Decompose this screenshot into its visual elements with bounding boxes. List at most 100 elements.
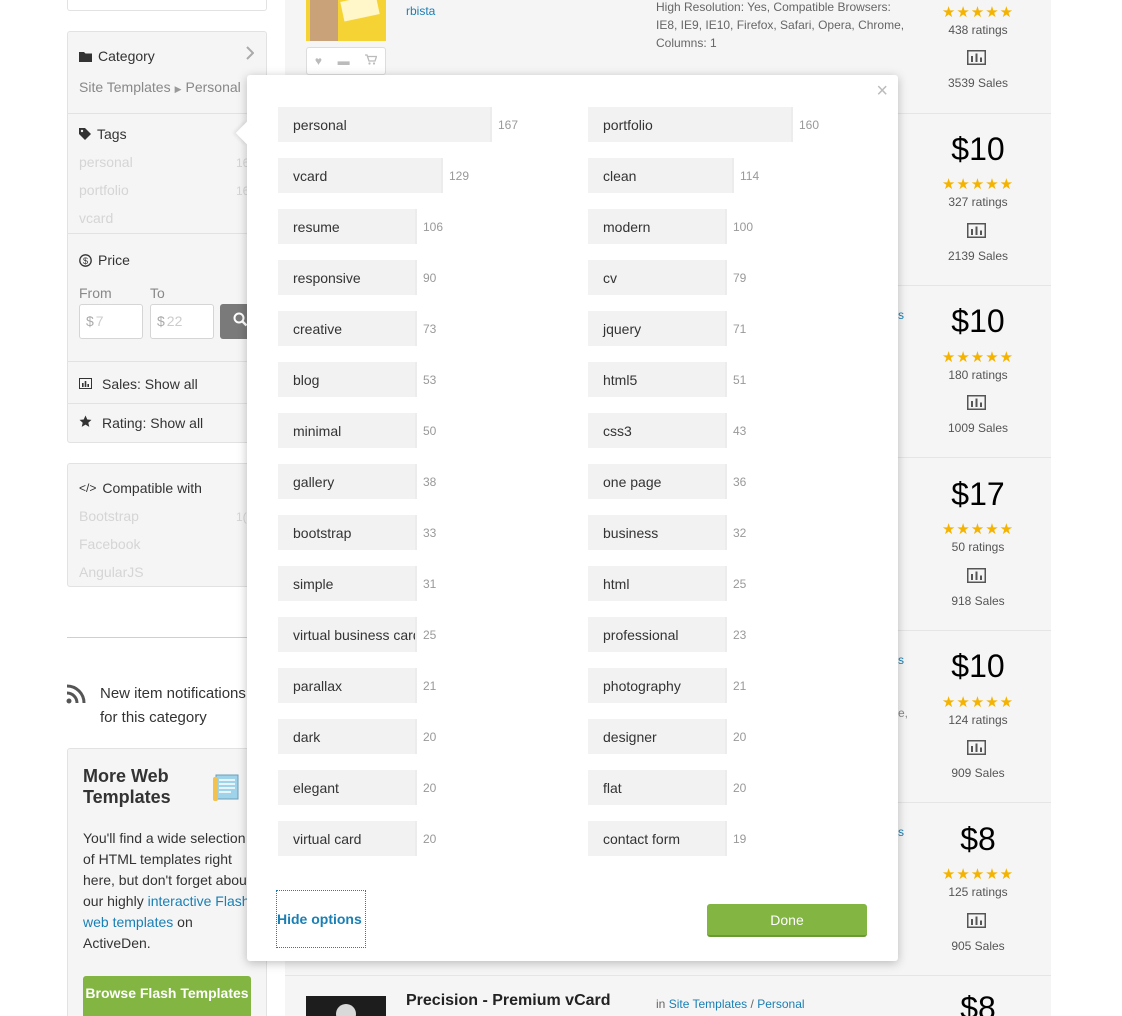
tag-option[interactable]: simple 31 [278, 566, 436, 601]
star-rating: ★★★★★ [941, 4, 1015, 21]
tags-header: Tags [79, 126, 127, 142]
row-divider [285, 975, 1051, 976]
tag-option[interactable]: elegant 20 [278, 770, 436, 805]
tag-option[interactable]: personal 167 [278, 107, 518, 142]
ratings-count: 124 ratings [948, 713, 1008, 727]
sales-count: 2139 Sales [947, 249, 1009, 263]
tag-option[interactable]: photography 21 [588, 668, 746, 703]
tag-option-count: 31 [423, 576, 437, 591]
compatible-item[interactable]: Bootstrap [79, 508, 139, 524]
item-title[interactable]: Precision - Premium vCard [406, 992, 611, 1010]
tag-option-label: minimal [278, 413, 417, 448]
star-rating: ★★★★★ [941, 349, 1015, 366]
tag-option-label: resume [278, 209, 417, 244]
tag-filter-item[interactable]: personal [79, 154, 133, 170]
tag-option[interactable]: jquery 71 [588, 311, 746, 346]
tag-option[interactable]: clean 114 [588, 158, 759, 193]
breadcrumb-item[interactable]: Site Templates [79, 79, 171, 95]
star-icon [79, 415, 92, 431]
compatible-panel: </> Compatible with Bootstrap 1( Faceboo… [67, 463, 267, 587]
tag-option[interactable]: cv 79 [588, 260, 746, 295]
tag-option[interactable]: html 25 [588, 566, 746, 601]
tag-option[interactable]: resume 106 [278, 209, 443, 244]
caret-right-icon: ▶ [174, 84, 182, 94]
divider [68, 233, 266, 234]
subcategory-link[interactable]: Personal [757, 997, 804, 1011]
tag-option[interactable]: contact form 19 [588, 821, 746, 856]
sales-chart-icon [967, 740, 986, 760]
search-icon [233, 312, 248, 332]
breadcrumb-item[interactable]: Personal [186, 79, 241, 95]
sales-count: 1009 Sales [947, 421, 1009, 435]
category-header[interactable]: Category [79, 48, 155, 64]
tag-option-label: parallax [278, 668, 417, 703]
price-to-input[interactable]: $22 [150, 304, 214, 339]
tag-option-count: 50 [423, 423, 437, 438]
tag-option[interactable]: virtual card 20 [278, 821, 436, 856]
tag-filter-item[interactable]: portfolio [79, 182, 129, 198]
tag-option[interactable]: html5 51 [588, 362, 746, 397]
tag-option[interactable]: css3 43 [588, 413, 746, 448]
compatible-item[interactable]: AngularJS [79, 564, 144, 580]
compatible-header[interactable]: </> Compatible with [79, 480, 202, 496]
close-icon[interactable]: × [876, 81, 888, 101]
notification-text: New item notifications for this category [100, 685, 246, 726]
more-web-templates-box: More Web Templates You'll find a wide se… [67, 748, 267, 1016]
tag-option-label: photography [588, 668, 727, 703]
rss-icon [66, 682, 86, 730]
item-thumbnail[interactable] [306, 0, 386, 41]
compatible-item[interactable]: Facebook [79, 536, 140, 552]
price-title: Price [98, 252, 130, 268]
svg-text:$: $ [83, 256, 88, 266]
tag-option[interactable]: parallax 21 [278, 668, 436, 703]
tag-option[interactable]: blog 53 [278, 362, 436, 397]
category-link[interactable]: Site Templates [669, 997, 748, 1011]
item-price: $10 [951, 648, 1005, 684]
item-thumbnail[interactable] [306, 996, 386, 1016]
done-button[interactable]: Done [707, 904, 867, 937]
tag-option-label: css3 [588, 413, 727, 448]
currency-symbol: $ [157, 313, 165, 329]
price-to-label: To [150, 285, 165, 301]
tag-option-label: cv [588, 260, 727, 295]
more-title: More Web Templates [83, 766, 171, 807]
tag-option[interactable]: creative 73 [278, 311, 436, 346]
cart-icon[interactable] [365, 54, 378, 68]
tag-option-label: blog [278, 362, 417, 397]
tag-option[interactable]: designer 20 [588, 719, 746, 754]
tag-option[interactable]: business 32 [588, 515, 746, 550]
item-category: in Site Templates / Personal [656, 997, 805, 1011]
item-price: $17 [951, 476, 1005, 512]
tag-option[interactable]: gallery 38 [278, 464, 436, 499]
tag-option[interactable]: bootstrap 33 [278, 515, 436, 550]
tag-option[interactable]: modern 100 [588, 209, 753, 244]
tag-option[interactable]: flat 20 [588, 770, 746, 805]
tag-option-count: 73 [423, 321, 437, 336]
tag-option[interactable]: responsive 90 [278, 260, 436, 295]
heart-icon[interactable]: ♥ [315, 54, 322, 68]
hide-options-link[interactable]: Hide options [276, 890, 366, 948]
browse-flash-button[interactable]: Browse Flash Templates [83, 976, 251, 1016]
star-rating: ★★★★★ [941, 176, 1015, 193]
chevron-right-icon[interactable] [246, 44, 255, 65]
filter-panel: Category Site Templates ▶ Personal Tags pe… [67, 31, 267, 443]
tag-option[interactable]: minimal 50 [278, 413, 436, 448]
tag-option[interactable]: portfolio 160 [588, 107, 819, 142]
tag-filter-item[interactable]: vcard [79, 210, 113, 226]
item-author-link[interactable]: rbista [406, 4, 435, 18]
sales-filter[interactable]: Sales: Show all [79, 376, 198, 392]
tag-option[interactable]: vcard 129 [278, 158, 469, 193]
star-rating: ★★★★★ [941, 694, 1015, 711]
price-from-input[interactable]: $7 [79, 304, 143, 339]
ratings-count: 180 ratings [948, 368, 1008, 382]
folder-icon[interactable]: ▬ [338, 54, 350, 68]
partial-text: e, [898, 706, 909, 720]
tag-option[interactable]: one page 36 [588, 464, 746, 499]
rating-filter[interactable]: Rating: Show all [79, 415, 203, 431]
tag-option[interactable]: virtual business card 25 [278, 617, 436, 652]
compatible-title: Compatible with [102, 480, 202, 496]
tag-option[interactable]: dark 20 [278, 719, 436, 754]
item-notification[interactable]: New item notifications for this category [66, 682, 250, 730]
dollar-circle-icon: $ [79, 253, 92, 267]
tag-option[interactable]: professional 23 [588, 617, 746, 652]
